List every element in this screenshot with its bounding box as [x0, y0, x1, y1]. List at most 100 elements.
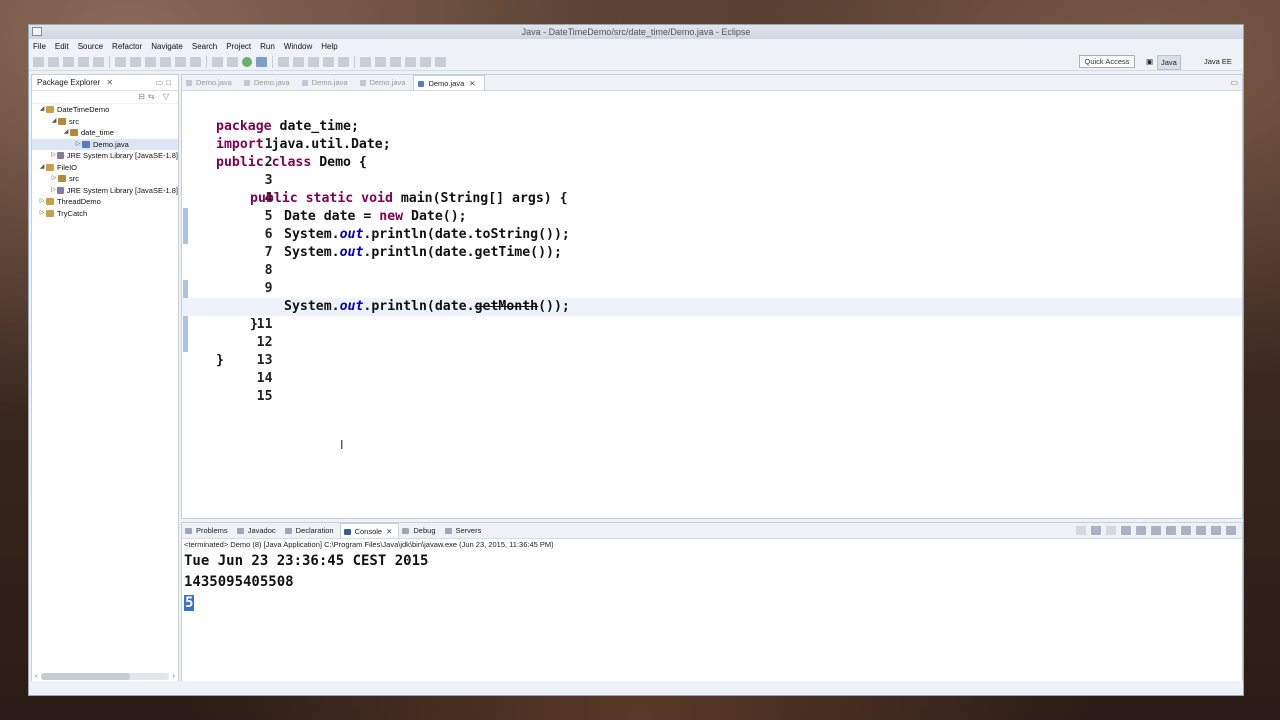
word-wrap-icon[interactable] [1151, 526, 1161, 535]
open-console-icon[interactable] [1196, 526, 1206, 535]
tree-item[interactable]: ▷ JRE System Library [JavaSE-1.8] [32, 185, 178, 197]
prev-annotation-icon[interactable] [375, 56, 386, 67]
expand-arrow-icon[interactable]: ▷ [50, 150, 57, 162]
code-line: 5 public static void main(String[] args)… [250, 191, 568, 224]
pin-editor-icon[interactable] [435, 56, 446, 67]
clear-console-icon[interactable] [1121, 526, 1131, 535]
maximize-icon[interactable] [1226, 526, 1236, 535]
collapse-link-menu-icons[interactable]: ⊟⇆ ▽ [138, 92, 172, 101]
editor-tab[interactable]: Demo.java [182, 75, 240, 90]
tab-servers[interactable]: Servers [442, 523, 488, 538]
back-icon[interactable] [405, 56, 416, 67]
new-icon[interactable] [33, 56, 44, 67]
expand-arrow-icon[interactable]: ◢ [38, 104, 46, 116]
new-class-icon[interactable] [308, 56, 319, 67]
expand-arrow-icon[interactable]: ▷ [50, 173, 58, 185]
editor-tab[interactable]: Demo.java [298, 75, 356, 90]
tree-item[interactable]: ▷ ThreadDemo [32, 196, 178, 208]
resume-icon[interactable] [130, 56, 141, 67]
menu-run[interactable]: Run [260, 42, 275, 51]
scroll-lock-icon[interactable] [1136, 526, 1146, 535]
menu-window[interactable]: Window [284, 42, 312, 51]
toggle-outline-icon[interactable] [212, 56, 223, 67]
debug-icon[interactable] [227, 56, 238, 67]
view-controls[interactable]: ▭□ [156, 75, 174, 91]
tab-console[interactable]: Console ✕ [339, 523, 400, 538]
tab-debug[interactable]: Debug [399, 523, 441, 538]
disconnect-icon[interactable] [175, 56, 186, 67]
tree-item[interactable]: ◢ DateTimeDemo [32, 104, 178, 116]
new-dropdown-icon[interactable] [48, 56, 59, 67]
tab-problems[interactable]: Problems [182, 523, 234, 538]
forward-icon[interactable] [420, 56, 431, 67]
suspend-icon[interactable] [145, 56, 156, 67]
new-java-project-icon[interactable] [278, 56, 289, 67]
tree-item[interactable]: ▷ src [32, 173, 178, 185]
tree-item[interactable]: ◢ FileIO [32, 162, 178, 174]
terminate-icon[interactable] [1076, 526, 1086, 535]
next-annotation-icon[interactable] [360, 56, 371, 67]
open-type-icon[interactable] [323, 56, 334, 67]
quick-access-input[interactable]: Quick Access [1079, 55, 1135, 68]
step-into-icon[interactable] [190, 56, 201, 67]
terminate-icon[interactable] [160, 56, 171, 67]
expand-arrow-icon[interactable]: ▷ [38, 208, 46, 220]
menu-navigate[interactable]: Navigate [151, 42, 183, 51]
scroll-left-icon[interactable]: ‹ [35, 673, 37, 680]
menu-source[interactable]: Source [78, 42, 103, 51]
package-explorer-tab[interactable]: Package Explorer ✕ ▭□ [32, 75, 178, 91]
scroll-right-icon[interactable]: › [173, 673, 175, 680]
new-package-icon[interactable] [293, 56, 304, 67]
tree-item[interactable]: ▷ JRE System Library [JavaSE-1.8] [32, 150, 178, 162]
menu-edit[interactable]: Edit [55, 42, 69, 51]
pin-console-icon[interactable] [1166, 526, 1176, 535]
console-output[interactable]: Tue Jun 23 23:36:45 CEST 2015 1435095405… [182, 551, 1242, 614]
horizontal-scrollbar[interactable]: ‹ › [35, 672, 175, 681]
tab-declaration[interactable]: Declaration [282, 523, 340, 538]
open-perspective-icon[interactable]: ▣ [1143, 55, 1156, 68]
menu-refactor[interactable]: Refactor [112, 42, 142, 51]
editor-tab[interactable]: Demo.java [356, 75, 414, 90]
menu-file[interactable]: File [33, 42, 46, 51]
editor-tab[interactable]: Demo.java [240, 75, 298, 90]
java-file-icon [82, 140, 90, 148]
search-icon[interactable] [338, 56, 349, 67]
code-area[interactable]: 1 package date_time; 2 import java.util.… [182, 91, 1242, 511]
expand-arrow-icon[interactable]: ▷ [50, 185, 57, 197]
external-tools-icon[interactable] [256, 56, 267, 67]
remove-all-terminated-icon[interactable] [1106, 526, 1116, 535]
close-icon[interactable]: ✕ [106, 78, 113, 87]
tree-item[interactable]: ◢ date_time [32, 127, 178, 139]
tree-item[interactable]: ▷ TryCatch [32, 208, 178, 220]
menu-search[interactable]: Search [192, 42, 217, 51]
tree-item[interactable]: ▷ Demo.java [32, 138, 178, 151]
skip-breakpoints-icon[interactable] [115, 56, 126, 67]
save-all-icon[interactable] [78, 56, 89, 67]
perspective-java[interactable]: Java [1157, 55, 1181, 70]
menu-help[interactable]: Help [321, 42, 337, 51]
save-icon[interactable] [63, 56, 74, 67]
expand-arrow-icon[interactable]: ◢ [62, 127, 70, 139]
last-edit-icon[interactable] [390, 56, 401, 67]
tab-javadoc[interactable]: Javadoc [234, 523, 282, 538]
display-selected-console-icon[interactable] [1181, 526, 1191, 535]
tree-item[interactable]: ◢ src [32, 116, 178, 128]
perspective-java-ee[interactable]: Java EE [1201, 55, 1235, 68]
close-tab-icon[interactable]: ✕ [386, 527, 392, 536]
expand-arrow-icon[interactable]: ▷ [74, 139, 82, 151]
print-icon[interactable] [93, 56, 104, 67]
package-explorer-toolbar: ⊟⇆ ▽ [32, 91, 178, 104]
code-line: 13 [256, 353, 273, 368]
expand-arrow-icon[interactable]: ◢ [38, 162, 46, 174]
expand-arrow-icon[interactable]: ▷ [38, 196, 46, 208]
remove-launch-icon[interactable] [1091, 526, 1101, 535]
expand-arrow-icon[interactable]: ◢ [50, 116, 58, 128]
editor-tab-active[interactable]: Demo.java ✕ [413, 75, 485, 90]
editor-view-controls[interactable]: ▭ [1230, 75, 1238, 91]
menu-project[interactable]: Project [226, 42, 251, 51]
minimize-icon[interactable] [1211, 526, 1221, 535]
window-menu-icon[interactable] [32, 27, 42, 36]
run-icon[interactable] [242, 56, 252, 67]
close-tab-icon[interactable]: ✕ [469, 79, 475, 88]
code-line: 12 } [250, 317, 273, 350]
